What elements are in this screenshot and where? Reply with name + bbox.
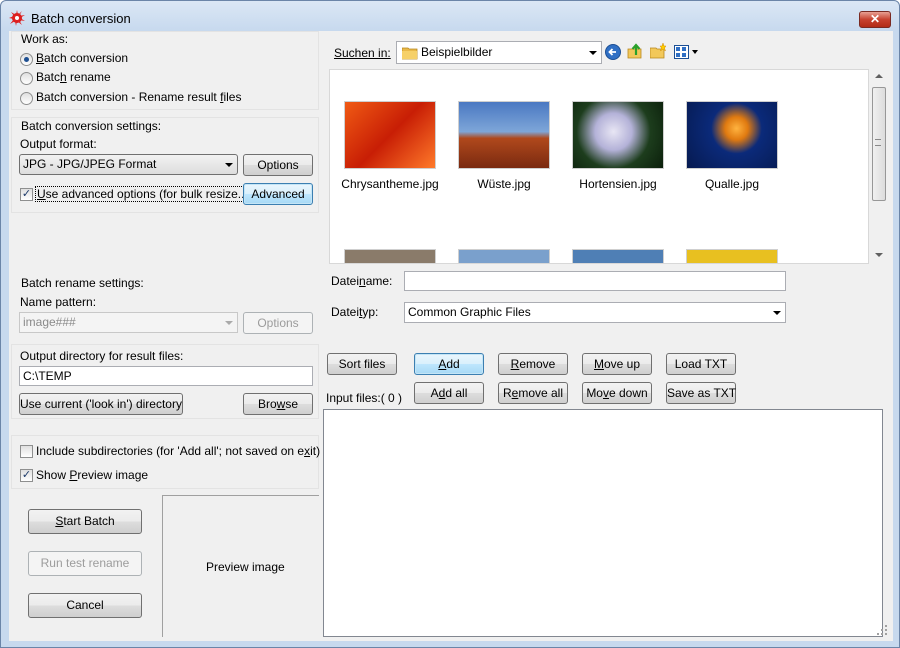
thumbnail-partial[interactable] xyxy=(572,249,664,263)
rename-settings-label: Batch rename settings: xyxy=(21,276,144,290)
file-browser-scrollbar[interactable] xyxy=(870,69,887,264)
filetype-label: Dateityp: xyxy=(331,305,379,319)
close-icon: ✕ xyxy=(869,12,881,26)
conversion-settings-label: Batch conversion settings: xyxy=(21,119,162,133)
advanced-button[interactable]: Advanced xyxy=(243,183,313,205)
title-bar[interactable]: Batch conversion ✕ xyxy=(1,1,899,33)
use-current-directory-button[interactable]: Use current ('look in') directory xyxy=(19,393,183,415)
advanced-options-checkbox[interactable]: ✓ xyxy=(20,188,33,201)
chevron-down-icon xyxy=(225,163,233,167)
scroll-up-icon[interactable] xyxy=(875,74,883,78)
include-subdirectories-checkbox[interactable] xyxy=(20,445,33,458)
output-format-select[interactable]: JPG - JPG/JPEG Format xyxy=(19,154,238,175)
input-files-count: ( 0 ) xyxy=(380,391,403,405)
radio-batch-conversion[interactable] xyxy=(20,53,33,66)
output-format-label: Output format: xyxy=(20,137,97,151)
output-directory-input[interactable]: C:\TEMP xyxy=(19,366,313,386)
radio-batch-rename[interactable] xyxy=(20,72,33,85)
advanced-options-label[interactable]: Use advanced options (for bulk resize...… xyxy=(35,186,254,202)
filename-label: Dateiname: xyxy=(331,274,393,288)
folder-icon xyxy=(402,47,418,60)
back-icon[interactable] xyxy=(605,44,621,60)
file-name-label[interactable]: Qualle.jpg xyxy=(675,177,789,191)
format-options-button[interactable]: Options xyxy=(243,154,313,176)
file-name-label[interactable]: Wüste.jpg xyxy=(447,177,561,191)
thumbnail-wueste[interactable] xyxy=(458,101,550,169)
radio-convert-and-rename[interactable] xyxy=(20,92,33,105)
add-button[interactable]: Add xyxy=(414,353,484,375)
radio-convert-and-rename-label[interactable]: Batch conversion - Rename result files xyxy=(36,90,241,104)
load-txt-button[interactable]: Load TXT xyxy=(666,353,736,375)
include-subdirectories-label[interactable]: Include subdirectories (for 'Add all'; n… xyxy=(36,444,320,458)
chevron-down-icon xyxy=(589,51,597,55)
resize-grip-icon[interactable] xyxy=(877,625,889,637)
work-as-label: Work as: xyxy=(21,32,69,46)
chevron-down-icon xyxy=(773,311,781,315)
file-browser-view[interactable]: Chrysantheme.jpg Wüste.jpg Hortensien.jp… xyxy=(329,69,869,264)
up-folder-icon[interactable] xyxy=(627,43,643,59)
scroll-grip-icon xyxy=(875,139,881,146)
chevron-down-icon xyxy=(225,321,233,325)
sort-files-button[interactable]: Sort files xyxy=(327,353,397,375)
remove-all-button[interactable]: Remove all xyxy=(498,382,568,404)
look-in-label: Suchen in: xyxy=(334,46,391,60)
thumbnail-qualle[interactable] xyxy=(686,101,778,169)
look-in-select[interactable]: Beispielbilder xyxy=(396,41,602,64)
rename-options-button[interactable]: Options xyxy=(243,312,313,334)
browse-button[interactable]: Browse xyxy=(243,393,313,415)
run-test-rename-button[interactable]: Run test rename xyxy=(28,551,142,576)
thumbnail-partial[interactable] xyxy=(458,249,550,263)
radio-batch-rename-label[interactable]: Batch rename xyxy=(36,70,111,84)
window-title: Batch conversion xyxy=(31,11,131,26)
start-batch-button[interactable]: Start Batch xyxy=(28,509,142,534)
radio-batch-conversion-label[interactable]: Batch conversion xyxy=(36,51,128,65)
show-preview-checkbox[interactable]: ✓ xyxy=(20,469,33,482)
app-logo-icon xyxy=(9,10,25,26)
filetype-select[interactable]: Common Graphic Files xyxy=(404,302,786,323)
move-down-button[interactable]: Move down xyxy=(582,382,652,404)
thumbnail-hortensien[interactable] xyxy=(572,101,664,169)
thumbnail-partial[interactable] xyxy=(686,249,778,263)
add-all-button[interactable]: Add all xyxy=(414,382,484,404)
batch-conversion-window: Batch conversion ✕ Work as: Batch conver… xyxy=(0,0,900,648)
filename-input[interactable] xyxy=(404,271,786,291)
view-menu-icon[interactable] xyxy=(674,44,700,60)
show-preview-label[interactable]: Show Preview image xyxy=(36,468,148,482)
preview-pane: Preview image xyxy=(162,495,319,637)
name-pattern-select[interactable]: image### xyxy=(19,312,238,333)
close-button[interactable]: ✕ xyxy=(859,11,891,28)
cancel-button[interactable]: Cancel xyxy=(28,593,142,618)
remove-button[interactable]: Remove xyxy=(498,353,568,375)
input-files-list[interactable] xyxy=(323,409,883,637)
thumbnail-chrysantheme[interactable] xyxy=(344,101,436,169)
dialog-client-area: Work as: Batch conversion Batch rename B… xyxy=(9,31,893,641)
new-folder-icon[interactable] xyxy=(650,43,666,59)
file-name-label[interactable]: Hortensien.jpg xyxy=(561,177,675,191)
name-pattern-label: Name pattern: xyxy=(20,295,97,309)
move-up-button[interactable]: Move up xyxy=(582,353,652,375)
output-directory-label: Output directory for result files: xyxy=(20,349,184,363)
thumbnail-partial[interactable] xyxy=(344,249,436,263)
input-files-label: Input files:( 0 ) xyxy=(326,391,403,405)
preview-text: Preview image xyxy=(206,560,285,574)
save-as-txt-button[interactable]: Save as TXT xyxy=(666,382,736,404)
scroll-down-icon[interactable] xyxy=(875,253,883,257)
file-name-label[interactable]: Chrysantheme.jpg xyxy=(333,177,447,191)
